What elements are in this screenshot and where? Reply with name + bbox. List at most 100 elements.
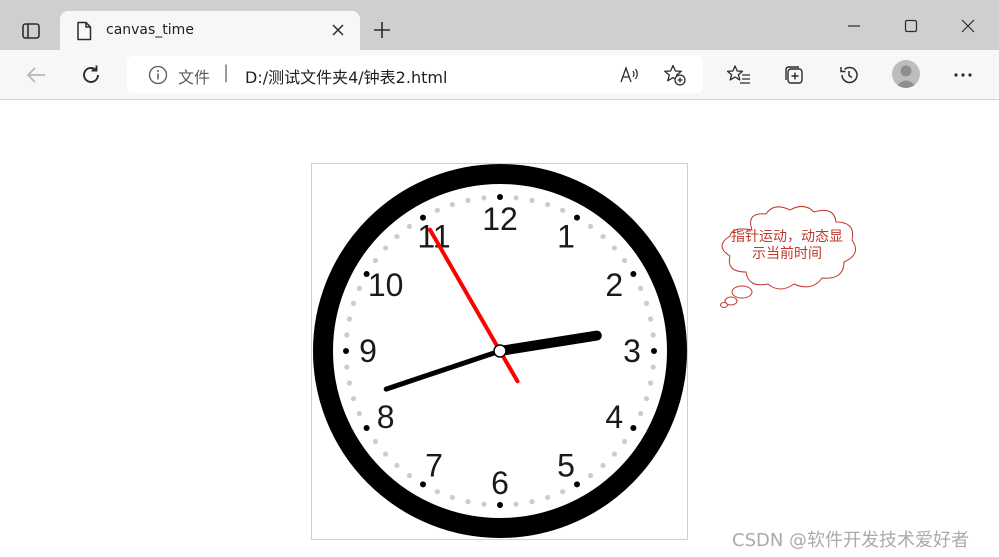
minute-dot — [544, 494, 551, 501]
title-bar: canvas_time — [0, 0, 999, 50]
minute-dot — [560, 489, 566, 495]
minute-dot — [513, 501, 519, 507]
minute-dot — [465, 499, 471, 505]
hour-dot — [497, 502, 503, 508]
minute-dot — [560, 207, 566, 213]
minute-dot — [648, 380, 654, 386]
new-tab-button[interactable] — [369, 17, 395, 43]
minute-dot — [449, 201, 456, 208]
hour-dot — [363, 425, 370, 431]
add-favorite-button[interactable] — [662, 62, 688, 88]
window-close-button[interactable] — [948, 10, 988, 42]
clock-number: 10 — [368, 267, 404, 303]
address-separator: | — [223, 62, 230, 83]
analog-clock: 121234567891011 — [313, 164, 687, 538]
add-favorite-icon — [664, 64, 686, 86]
tab-canvas-time[interactable]: canvas_time — [60, 11, 360, 50]
minute-dot — [587, 472, 594, 479]
minute-dot — [513, 195, 519, 201]
minute-dot — [544, 201, 551, 208]
more-icon — [954, 73, 972, 77]
tab-actions-icon — [22, 23, 40, 39]
close-icon — [961, 19, 975, 33]
page-icon — [77, 21, 92, 41]
more-button[interactable] — [947, 59, 979, 91]
minute-dot — [344, 364, 350, 370]
security-label: 文件 — [178, 68, 211, 87]
minute-dot — [394, 462, 400, 469]
minute-dot — [372, 257, 379, 264]
minute-dot — [529, 499, 535, 505]
clock-center-pin — [493, 344, 507, 358]
minute-dot — [587, 223, 594, 230]
minute-dot — [434, 207, 440, 213]
minute-dot — [650, 364, 656, 370]
minute-dot — [372, 438, 379, 445]
minute-dot — [611, 245, 618, 251]
favorites-button[interactable] — [723, 59, 755, 91]
profile-icon — [895, 65, 917, 88]
maximize-icon — [904, 19, 918, 33]
tab-close-button[interactable] — [328, 20, 348, 40]
minute-dot — [356, 411, 362, 417]
minute-dot — [650, 332, 656, 338]
minute-dot — [346, 316, 352, 322]
info-icon[interactable] — [148, 65, 168, 85]
history-icon — [840, 66, 858, 84]
hour-dot — [630, 271, 637, 277]
url-text[interactable]: D:/测试文件夹4/钟表2.html — [245, 64, 447, 88]
favorites-icon — [727, 65, 750, 84]
minute-dot — [481, 501, 487, 507]
clock-number: 1 — [557, 219, 575, 255]
minute-dot — [382, 245, 389, 251]
minute-dot — [350, 300, 357, 307]
minute-dot — [465, 197, 471, 203]
read-aloud-button[interactable] — [617, 62, 643, 88]
clock-number: 2 — [605, 267, 623, 303]
collections-icon — [785, 66, 803, 84]
minute-dot — [621, 257, 628, 264]
minute-dot — [611, 451, 618, 457]
clock-number: 8 — [377, 399, 395, 435]
minute-dot — [638, 285, 644, 291]
clock-number: 4 — [605, 399, 623, 435]
address-toolbar: 文件 | D:/测试文件夹4/钟表2.html — [0, 50, 999, 100]
minimize-button[interactable] — [834, 10, 874, 42]
clock-number: 3 — [623, 333, 641, 369]
clock-number: 12 — [482, 201, 518, 237]
minute-dot — [406, 472, 413, 479]
profile-button[interactable] — [892, 60, 920, 88]
close-icon — [332, 24, 344, 36]
tab-title: canvas_time — [106, 22, 194, 38]
history-button[interactable] — [833, 59, 865, 91]
address-bar[interactable]: 文件 | D:/测试文件夹4/钟表2.html — [127, 56, 703, 93]
plus-icon — [374, 22, 390, 38]
clock-number: 9 — [359, 333, 377, 369]
minute-dot — [600, 233, 606, 240]
clock-canvas: 121234567891011 — [311, 163, 688, 540]
minute-dot — [648, 316, 654, 322]
minute-dot — [600, 462, 606, 469]
minute-dot — [382, 451, 389, 457]
minute-dot — [638, 411, 644, 417]
refresh-button[interactable] — [75, 59, 107, 91]
maximize-button[interactable] — [891, 10, 931, 42]
minute-dot — [406, 223, 413, 230]
refresh-icon — [83, 65, 99, 83]
hour-dot — [497, 194, 503, 200]
read-aloud-icon — [620, 66, 638, 83]
watermark: CSDN @软件开发技术爱好者 — [732, 530, 970, 551]
back-icon — [26, 67, 45, 83]
collections-button[interactable] — [778, 59, 810, 91]
minute-dot — [643, 300, 650, 307]
minute-dot — [621, 438, 628, 445]
clock-number: 7 — [425, 447, 443, 483]
hour-hand — [495, 330, 602, 356]
minute-dot — [434, 489, 440, 495]
tab-actions-button[interactable] — [14, 14, 48, 48]
minute-dot — [481, 195, 487, 201]
minimize-icon — [848, 25, 860, 27]
back-button[interactable] — [20, 59, 52, 91]
minute-dot — [394, 233, 400, 240]
minute-dot — [346, 380, 352, 386]
